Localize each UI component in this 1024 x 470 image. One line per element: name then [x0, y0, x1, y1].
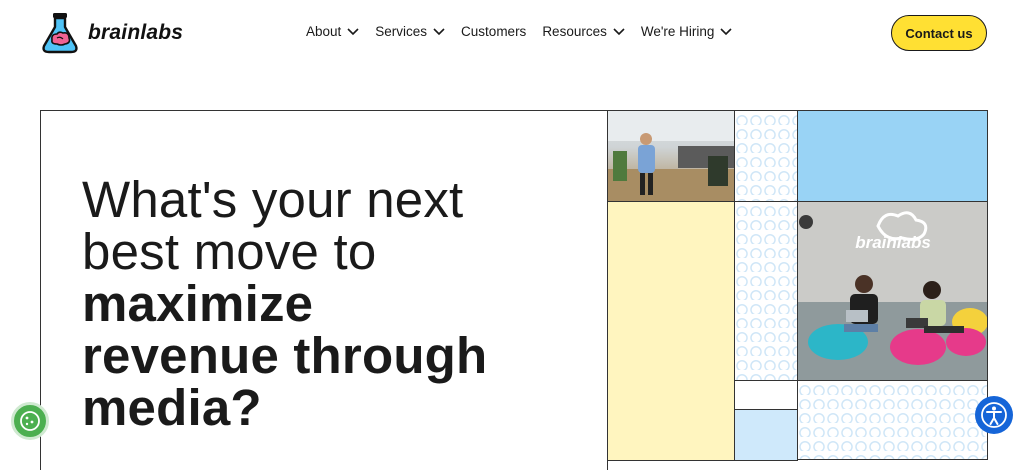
flask-brain-logo-icon — [42, 13, 78, 54]
main-nav: About Services Customers Resources We're… — [306, 24, 733, 39]
accessibility-icon — [981, 402, 1007, 428]
headline-line: What's your next — [82, 171, 464, 228]
cookie-settings-button[interactable] — [11, 402, 49, 440]
nav-item-resources[interactable]: Resources — [542, 24, 625, 39]
office-photo — [607, 110, 735, 202]
accessibility-button[interactable] — [975, 396, 1013, 434]
white-tile — [734, 380, 798, 410]
nav-label: Resources — [542, 24, 607, 39]
nav-item-customers[interactable]: Customers — [461, 24, 526, 39]
chevron-down-icon — [613, 27, 625, 35]
nav-label: We're Hiring — [640, 24, 715, 39]
chevron-down-icon — [720, 27, 733, 35]
hero-image-grid: brainlabs — [607, 110, 988, 461]
nav-label: About — [306, 24, 342, 39]
light-blue-tile — [734, 409, 798, 461]
nav-item-about[interactable]: About — [306, 24, 359, 39]
flask-pattern-tile — [734, 201, 798, 381]
nav-item-hiring[interactable]: We're Hiring — [641, 24, 733, 39]
contact-us-button[interactable]: Contact us — [891, 15, 987, 51]
team-photo: brainlabs — [797, 201, 988, 381]
brand-name: brainlabs — [88, 21, 184, 44]
headline-line-bold: revenue through — [82, 327, 488, 384]
hero-headline: What's your next best move to maximize r… — [82, 174, 602, 434]
headline-line-bold: maximize — [82, 275, 314, 332]
nav-item-services[interactable]: Services — [375, 24, 445, 39]
site-header: brainlabs About Services Customers Resou… — [0, 0, 1024, 66]
chevron-down-icon — [433, 27, 445, 35]
flask-pattern-tile — [797, 380, 988, 460]
team-scene: brainlabs — [798, 202, 987, 380]
brand-logo[interactable]: brainlabs — [40, 12, 183, 54]
chevron-down-icon — [347, 27, 359, 35]
nav-label: Services — [375, 24, 428, 39]
nav-label: Customers — [461, 24, 527, 39]
headline-line-bold: media? — [82, 379, 262, 436]
blue-color-tile — [797, 110, 988, 202]
yellow-color-tile — [607, 201, 735, 461]
flask-pattern-tile — [734, 110, 798, 202]
office-scene — [608, 111, 734, 201]
wall-sign-text: brainlabs — [855, 233, 931, 252]
headline-line: best move to — [82, 223, 377, 280]
cookie-icon — [20, 411, 40, 431]
